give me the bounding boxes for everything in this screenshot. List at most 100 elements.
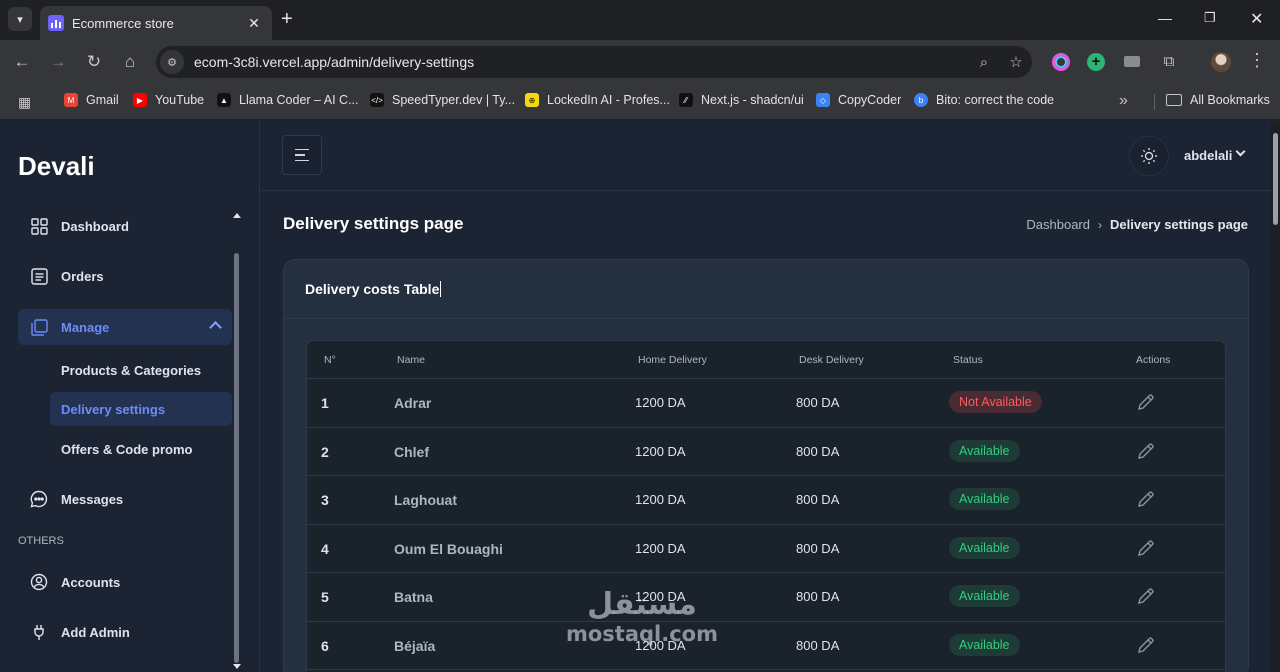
brand-logo[interactable]: Devali — [18, 151, 95, 182]
sidebar-subitem-offers[interactable]: Offers & Code promo — [50, 432, 232, 466]
lockedin-icon: ⊕ — [525, 93, 539, 107]
edit-pencil-icon[interactable] — [1136, 441, 1156, 461]
sun-icon — [1141, 148, 1157, 164]
extensions-puzzle-icon[interactable]: ⧉ — [1160, 53, 1178, 71]
bookmark-label: All Bookmarks — [1190, 93, 1270, 107]
row-home-delivery: 1200 DA — [635, 492, 686, 507]
minimize-icon[interactable]: — — [1158, 10, 1172, 26]
extension-ring-icon[interactable] — [1052, 53, 1070, 71]
card-title: Delivery costs Table — [305, 281, 440, 297]
browser-tab[interactable]: Ecommerce store ✕ — [40, 6, 272, 40]
bookmark-label: CopyCoder — [838, 93, 902, 107]
all-bookmarks-button[interactable]: All Bookmarks — [1166, 93, 1270, 107]
chevron-up-icon — [209, 321, 222, 334]
user-menu-name[interactable]: abdelali — [1184, 148, 1232, 163]
tab-search-button[interactable]: ▾ — [8, 7, 32, 31]
edit-pencil-icon[interactable] — [1136, 538, 1156, 558]
bookmark-lockedin[interactable]: ⊕ LockedIn AI - Profes... — [525, 93, 670, 107]
back-icon[interactable]: ← — [12, 52, 32, 72]
bookmark-shadcn[interactable]: ⁄⁄ Next.js - shadcn/ui — [679, 93, 804, 107]
folder-icon — [1166, 94, 1182, 106]
row-name: Béjaïa — [394, 637, 436, 654]
sidebar-subitem-products[interactable]: Products & Categories — [50, 353, 232, 387]
theme-toggle-button[interactable] — [1129, 136, 1169, 176]
manage-stack-icon — [30, 318, 48, 336]
bookmark-llama-coder[interactable]: ▲ Llama Coder – AI C... — [217, 93, 359, 107]
more-bookmarks-icon[interactable]: » — [1119, 92, 1128, 110]
bookmark-copycoder[interactable]: ◇ CopyCoder — [816, 93, 901, 107]
reload-icon[interactable]: ↻ — [84, 52, 104, 72]
url-text[interactable]: ecom-3c8i.vercel.app/admin/delivery-sett… — [194, 54, 968, 70]
zoom-search-icon[interactable]: ⌕ — [968, 54, 1000, 71]
apps-grid-icon[interactable]: ▦ — [18, 94, 31, 111]
page-scrollbar-thumb[interactable] — [1273, 133, 1278, 225]
hamburger-menu-icon[interactable] — [282, 135, 322, 175]
row-name: Laghouat — [394, 492, 457, 508]
window-close-icon[interactable]: ✕ — [1250, 9, 1263, 29]
page-scrollbar[interactable] — [1271, 121, 1280, 672]
breadcrumb-current: Delivery settings page — [1110, 217, 1248, 232]
forward-icon[interactable]: → — [48, 52, 68, 72]
bookmark-gmail[interactable]: M Gmail — [64, 93, 119, 107]
bookmark-star-icon[interactable]: ☆ — [1000, 53, 1032, 71]
status-badge: Available — [949, 633, 1020, 656]
site-info-icon[interactable]: ⚙ — [160, 50, 184, 74]
bookmarks-bar: ▦ M Gmail ▶ YouTube ▲ Llama Coder – AI C… — [0, 84, 1280, 120]
address-bar[interactable]: ⚙ ecom-3c8i.vercel.app/admin/delivery-se… — [156, 46, 1032, 78]
row-desk-delivery: 800 DA — [796, 540, 840, 556]
sidebar-subitem-delivery[interactable]: Delivery settings — [50, 392, 232, 426]
sidebar-scrollbar[interactable] — [234, 253, 239, 663]
delivery-costs-table: N° Name Home Delivery Desk Delivery Stat… — [306, 340, 1226, 672]
table-row: 4 Oum El Bouaghi 1200 DA 800 DA Availabl… — [307, 525, 1225, 573]
breadcrumb-dashboard-link[interactable]: Dashboard — [1026, 217, 1090, 232]
new-tab-button[interactable]: + — [281, 8, 293, 30]
row-name: Batna — [394, 589, 433, 605]
edit-pencil-icon[interactable] — [1136, 392, 1156, 412]
llama-coder-icon: ▲ — [217, 93, 231, 107]
chevron-down-icon[interactable] — [1235, 146, 1246, 157]
code-icon: </> — [370, 93, 384, 107]
sidebar-item-orders[interactable]: Orders — [18, 258, 232, 294]
sidebar-item-messages[interactable]: Messages — [18, 481, 232, 517]
tab-favicon-icon — [48, 15, 64, 31]
sidebar-item-dashboard[interactable]: Dashboard — [18, 208, 232, 244]
sidebar-scroll-up-icon[interactable] — [233, 213, 241, 218]
card-divider — [284, 318, 1248, 319]
column-header-name: Name — [397, 354, 426, 366]
youtube-icon: ▶ — [133, 93, 147, 107]
column-header-status: Status — [953, 354, 983, 366]
bookmark-youtube[interactable]: ▶ YouTube — [133, 93, 204, 107]
sidebar: Devali Dashboard Orders Manage Products … — [0, 121, 260, 672]
bookmark-label: Bito: correct the code — [936, 93, 1055, 107]
row-name: Oum El Bouaghi — [394, 540, 503, 557]
sidebar-item-add-admin[interactable]: Add Admin — [18, 614, 232, 650]
row-desk-delivery: 800 DA — [796, 443, 840, 459]
gmail-icon: M — [64, 93, 78, 107]
row-desk-delivery: 800 DA — [796, 637, 840, 653]
restore-icon[interactable]: ❐ — [1204, 10, 1216, 26]
watermark-logo: مستقل mostaql.com — [562, 588, 722, 647]
tab-close-icon[interactable]: ✕ — [244, 15, 264, 32]
browser-menu-icon[interactable]: ⋮ — [1248, 50, 1266, 70]
orders-list-icon — [30, 267, 48, 285]
table-row: 2 Chlef 1200 DA 800 DA Available — [307, 428, 1225, 476]
sidebar-item-accounts[interactable]: Accounts — [18, 564, 232, 600]
edit-pencil-icon[interactable] — [1136, 635, 1156, 655]
edit-pencil-icon[interactable] — [1136, 586, 1156, 606]
bookmark-speedtyper[interactable]: </> SpeedTyper.dev | Ty... — [370, 93, 515, 107]
profile-avatar[interactable] — [1211, 52, 1231, 72]
extension-camera-icon[interactable] — [1124, 56, 1140, 67]
bookmark-bito[interactable]: b Bito: correct the code — [914, 93, 1054, 107]
user-circle-icon — [30, 573, 48, 591]
bookmark-label: SpeedTyper.dev | Ty... — [392, 93, 515, 107]
watermark-latin: mostaql.com — [566, 622, 718, 646]
sidebar-item-manage[interactable]: Manage — [18, 309, 232, 345]
status-badge: Available — [949, 488, 1020, 510]
extension-plus-icon[interactable]: + — [1087, 53, 1105, 71]
row-desk-delivery: 800 DA — [796, 492, 840, 507]
sidebar-scroll-down-icon[interactable] — [233, 664, 241, 669]
plug-icon — [30, 623, 48, 641]
edit-pencil-icon[interactable] — [1136, 489, 1156, 509]
browser-tab-bar: ▾ Ecommerce store ✕ + — ❐ ✕ — [0, 0, 1280, 40]
home-icon[interactable]: ⌂ — [120, 52, 140, 72]
